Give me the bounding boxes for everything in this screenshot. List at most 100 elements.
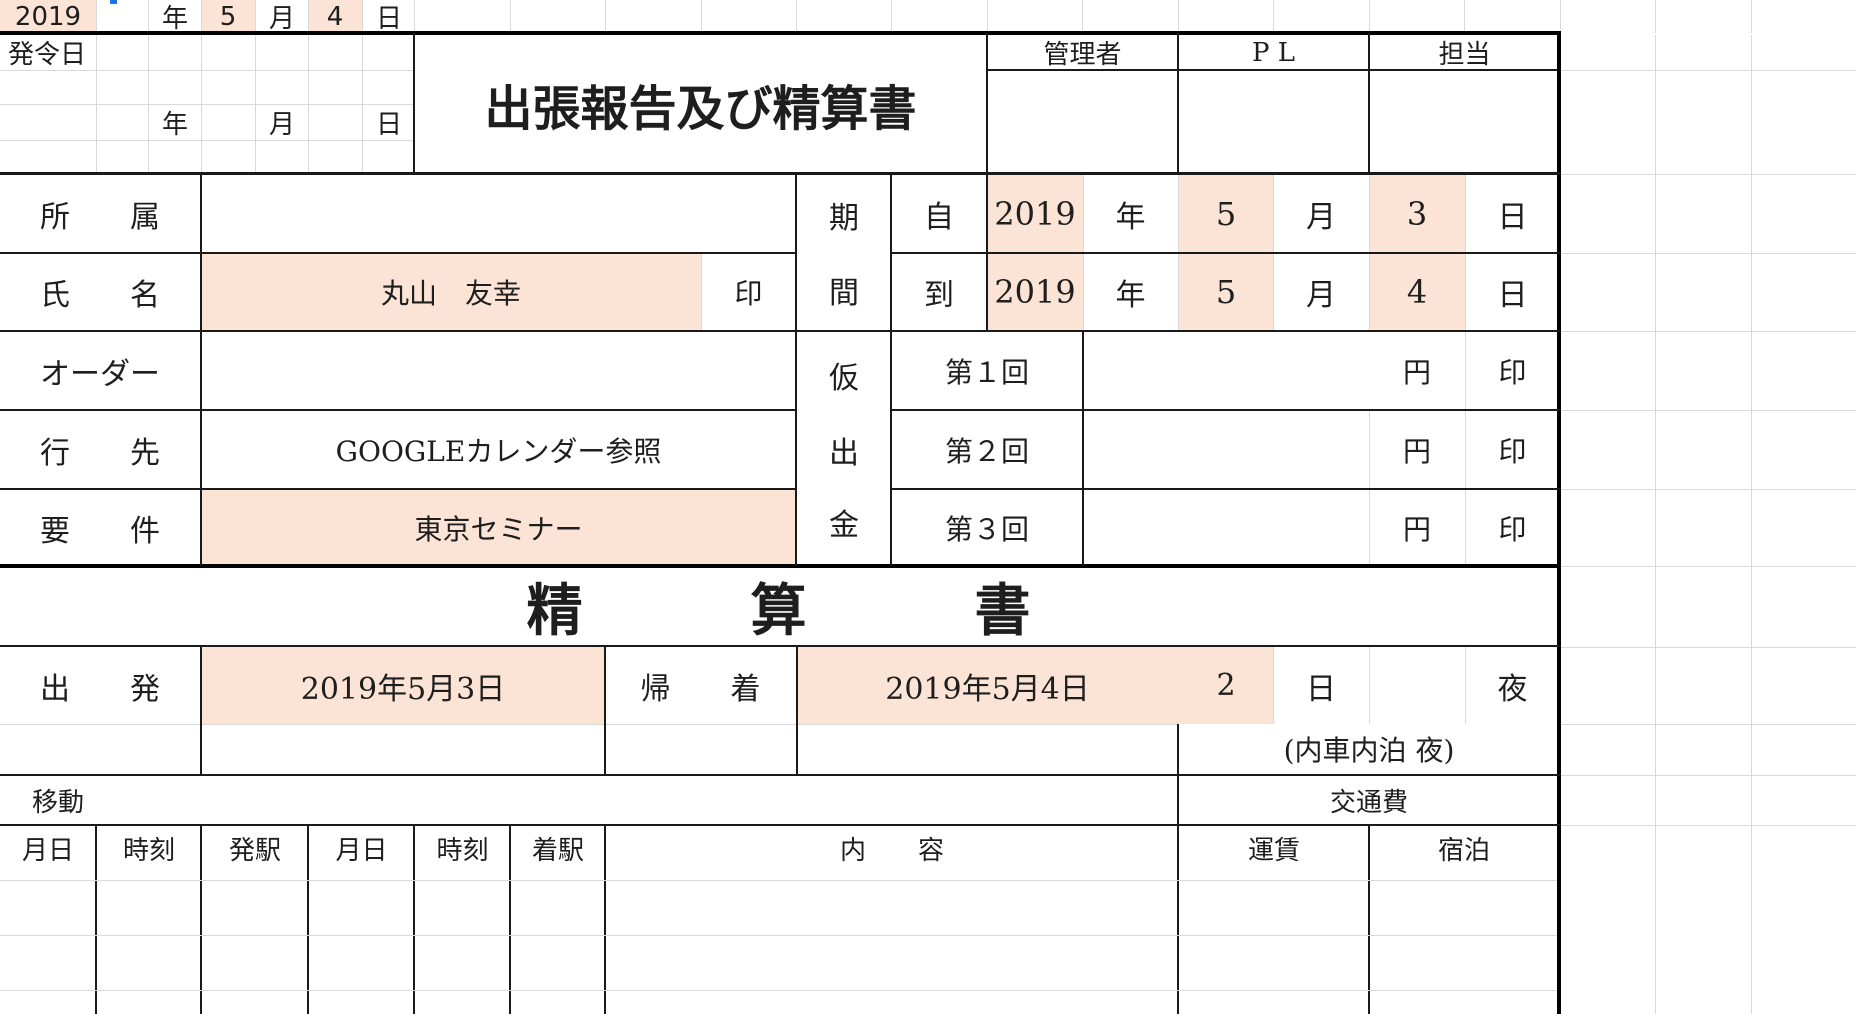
col-header-fare: 運賃 xyxy=(1247,836,1300,866)
grid-line xyxy=(1369,0,1370,33)
period-from-month-unit: 月 xyxy=(1306,199,1336,235)
period-from-year[interactable]: 2019 xyxy=(987,174,1083,253)
name-value[interactable]: 丸山 友幸 xyxy=(201,253,701,331)
grid-line xyxy=(1561,724,1856,725)
approval-stamp-manager[interactable] xyxy=(987,71,1178,173)
grid-line xyxy=(1082,0,1083,33)
grid-line xyxy=(96,0,97,33)
issue-day-unit: 日 xyxy=(375,110,402,140)
col-header-lodging: 宿泊 xyxy=(1437,836,1490,866)
grid-line xyxy=(1561,253,1856,254)
grid-line xyxy=(148,35,149,173)
col-header-arrive-station: 着駅 xyxy=(531,836,584,866)
period-to-day[interactable]: 4 xyxy=(1369,253,1465,331)
grid-line xyxy=(510,0,511,33)
grid-line xyxy=(1655,35,1656,1014)
advance-row-seal: 印 xyxy=(1498,512,1527,546)
period-from-year-unit: 年 xyxy=(1115,199,1146,235)
departure-date[interactable]: 2019年5月3日 xyxy=(201,647,605,724)
col-header-time-2: 時刻 xyxy=(436,836,489,866)
period-from-day-unit: 日 xyxy=(1497,199,1528,235)
days-unit: 日 xyxy=(1306,671,1336,707)
transport-cost-label: 交通費 xyxy=(1329,787,1408,818)
top-month-unit: 月 xyxy=(268,4,295,33)
advance-row-yen: 円 xyxy=(1402,355,1431,389)
approver-pl: P L xyxy=(1251,37,1296,68)
period-to-label: 到 xyxy=(924,278,954,313)
nights-value[interactable] xyxy=(1369,647,1465,724)
grid-line xyxy=(605,0,606,33)
advance-row-seal: 印 xyxy=(1498,434,1527,468)
return-date[interactable]: 2019年5月4日 xyxy=(797,647,1178,724)
grid-line xyxy=(308,35,309,173)
grid-line xyxy=(1464,0,1465,33)
advance-label-3: 金 xyxy=(829,508,859,543)
period-to-year[interactable]: 2019 xyxy=(987,253,1083,331)
advance-row-amount[interactable] xyxy=(1083,410,1369,489)
grid-line xyxy=(1561,775,1856,776)
approver-staff: 担当 xyxy=(1438,40,1491,70)
issue-date-label: 発令日 xyxy=(8,40,87,70)
advance-row-seal: 印 xyxy=(1498,355,1527,389)
grid-line xyxy=(1751,35,1752,1014)
grid-line xyxy=(1178,0,1179,33)
grid-line xyxy=(0,104,414,105)
purpose-value[interactable]: 東京セミナー xyxy=(201,489,796,566)
period-to-month-unit: 月 xyxy=(1306,278,1336,313)
affiliation-label: 所 属 xyxy=(40,199,160,235)
grid-line xyxy=(1273,0,1274,33)
destination-label: 行 先 xyxy=(40,435,160,471)
grid-line xyxy=(1561,825,1856,826)
col-header-date-2: 月日 xyxy=(335,836,388,866)
days-value[interactable]: 2 xyxy=(1178,647,1274,724)
period-from-day[interactable]: 3 xyxy=(1369,174,1465,253)
grid-line xyxy=(1561,647,1856,648)
period-to-month[interactable]: 5 xyxy=(1178,253,1274,331)
top-month-value[interactable]: 5 xyxy=(201,0,255,33)
period-from-label: 自 xyxy=(924,199,954,235)
travel-section-label: 移動 xyxy=(32,787,85,818)
top-day-value[interactable]: 4 xyxy=(308,0,362,33)
grid-line xyxy=(1561,70,1856,71)
grid-line xyxy=(0,140,414,141)
grid-line xyxy=(1561,174,1856,175)
grid-line xyxy=(1655,0,1656,33)
grid-line xyxy=(1751,0,1752,33)
approval-stamp-pl[interactable] xyxy=(1178,71,1369,173)
return-label: 帰 着 xyxy=(640,671,761,707)
selection-cursor xyxy=(110,0,117,4)
grid-line xyxy=(362,35,363,173)
destination-value[interactable]: GOOGLEカレンダー参照 xyxy=(201,410,796,489)
approval-stamp-staff[interactable] xyxy=(1369,71,1560,173)
period-to-day-unit: 日 xyxy=(1497,278,1528,313)
advance-row-yen: 円 xyxy=(1402,434,1431,468)
grid-line xyxy=(0,70,414,71)
grid-line xyxy=(987,0,988,33)
col-header-depart-station: 発駅 xyxy=(228,836,281,866)
advance-row-amount[interactable] xyxy=(1083,489,1369,566)
col-header-content: 内 容 xyxy=(839,836,944,866)
top-year-unit: 年 xyxy=(161,4,188,33)
report-title: 出張報告及び精算書 xyxy=(484,81,917,137)
grid-line xyxy=(0,724,1178,725)
grid-line xyxy=(0,880,1557,881)
top-year-value[interactable]: 2019 xyxy=(0,0,96,33)
period-from-month[interactable]: 5 xyxy=(1178,174,1274,253)
approver-manager: 管理者 xyxy=(1043,40,1122,70)
name-seal: 印 xyxy=(734,277,763,310)
nights-unit: 夜 xyxy=(1497,671,1528,707)
purpose-label: 要 件 xyxy=(40,513,160,549)
issue-month-unit: 月 xyxy=(268,110,295,140)
order-label: オーダー xyxy=(40,356,160,392)
grid-line xyxy=(0,990,1557,991)
advance-row-label: 第２回 xyxy=(944,434,1029,468)
settlement-title: 精 算 書 xyxy=(526,578,1031,644)
grid-line xyxy=(891,0,892,33)
grid-line xyxy=(201,35,202,173)
order-value[interactable] xyxy=(201,331,796,410)
affiliation-value[interactable] xyxy=(201,174,796,253)
advance-row-amount[interactable] xyxy=(1083,331,1369,410)
col-header-time: 時刻 xyxy=(122,836,175,866)
advance-row-label: 第１回 xyxy=(944,355,1029,389)
grid-line xyxy=(796,0,797,33)
